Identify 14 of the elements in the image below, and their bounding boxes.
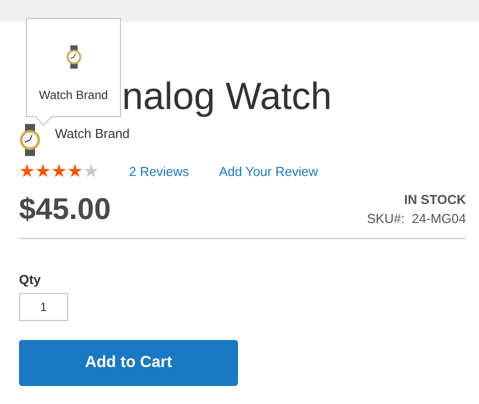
sku: SKU#: 24-MG04 xyxy=(366,211,466,226)
stock-status: IN STOCK xyxy=(404,192,466,207)
watch-icon xyxy=(19,124,41,156)
price: $45.00 xyxy=(19,192,111,228)
rating-stars: ★★★★★ xyxy=(19,162,99,180)
watch-icon xyxy=(66,45,82,69)
tooltip-text: Watch Brand xyxy=(39,88,108,102)
qty-label: Qty xyxy=(19,272,42,287)
brand-name: Watch Brand xyxy=(55,126,130,141)
add-review-link[interactable]: Add Your Review xyxy=(218,164,318,178)
reviews-link[interactable]: 2 Reviews xyxy=(129,164,189,178)
product-title: nalog Watch xyxy=(122,75,333,120)
qty-field[interactable]: 1 xyxy=(19,293,68,321)
add-to-cart-button[interactable]: Add to Cart xyxy=(19,340,238,386)
